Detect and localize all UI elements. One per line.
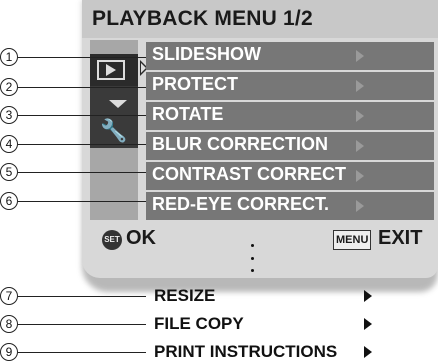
callout-line (18, 172, 146, 173)
continuation-dot (251, 244, 254, 247)
menu-footer: SET OK MENU EXIT (82, 226, 438, 256)
play-icon (106, 64, 116, 76)
set-button-icon: SET (102, 230, 122, 250)
callout-line (18, 144, 146, 145)
callout-number: 4 (0, 135, 18, 153)
menu-title-bar: PLAYBACK MENU 1/2 (82, 0, 438, 38)
wrench-icon: 🔧 (100, 118, 128, 143)
right-arrow-icon (364, 318, 372, 330)
menu-item-label: SLIDESHOW (152, 44, 262, 64)
callout-number: 7 (0, 287, 18, 305)
menu-button-icon: MENU (333, 230, 372, 250)
callout-number: 6 (0, 192, 18, 210)
callout-number: 2 (0, 78, 18, 96)
menu-item-red-eye-correct[interactable]: RED-EYE CORRECT. (146, 192, 434, 220)
callout-line (18, 201, 146, 202)
extra-item-label: RESIZE (154, 286, 216, 305)
right-arrow-icon (364, 346, 372, 358)
callout-line (18, 115, 146, 116)
callout-number: 9 (0, 343, 18, 361)
menu-item-label: RED-EYE CORRECT. (152, 194, 330, 214)
exit-label: EXIT (378, 227, 423, 249)
extra-item-label: FILE COPY (154, 314, 244, 333)
menu-item-label: PROTECT (152, 74, 239, 94)
continuation-dot (251, 257, 254, 260)
right-arrow-icon (356, 140, 364, 152)
callout-line (18, 296, 146, 297)
down-arrow-icon (109, 100, 127, 108)
callout-line (18, 87, 146, 88)
right-arrow-icon (356, 110, 364, 122)
menu-item-label: CONTRAST CORRECT (152, 164, 346, 184)
menu-item-protect[interactable]: PROTECT (146, 72, 434, 100)
menu-item-label: ROTATE (152, 104, 224, 124)
right-arrow-icon (364, 290, 372, 302)
menu-item-rotate[interactable]: ROTATE (146, 102, 434, 130)
callout-line (18, 324, 146, 325)
menu-item-blur-correction[interactable]: BLUR CORRECTION (146, 132, 434, 160)
menu-item-contrast-correct[interactable]: CONTRAST CORRECT (146, 162, 434, 190)
right-arrow-icon (356, 50, 364, 62)
menu-title: PLAYBACK MENU 1/2 (92, 7, 313, 30)
lcd-screen: PLAYBACK MENU 1/2 🔧 SLIDESHOW PROTECT RO… (82, 0, 438, 278)
callout-number: 8 (0, 315, 18, 333)
callout-number: 3 (0, 106, 18, 124)
right-arrow-icon (356, 80, 364, 92)
callout-line (18, 57, 146, 58)
extra-item-label: PRINT INSTRUCTIONS (154, 342, 338, 361)
right-arrow-icon (356, 170, 364, 182)
callout-number: 5 (0, 163, 18, 181)
callout-line (18, 352, 146, 353)
menu-item-label: BLUR CORRECTION (152, 134, 328, 154)
menu-item-slideshow[interactable]: SLIDESHOW (146, 42, 434, 70)
callout-number: 1 (0, 48, 18, 66)
right-arrow-icon (356, 200, 364, 212)
ok-label: OK (126, 227, 156, 249)
continuation-dot (251, 269, 254, 272)
